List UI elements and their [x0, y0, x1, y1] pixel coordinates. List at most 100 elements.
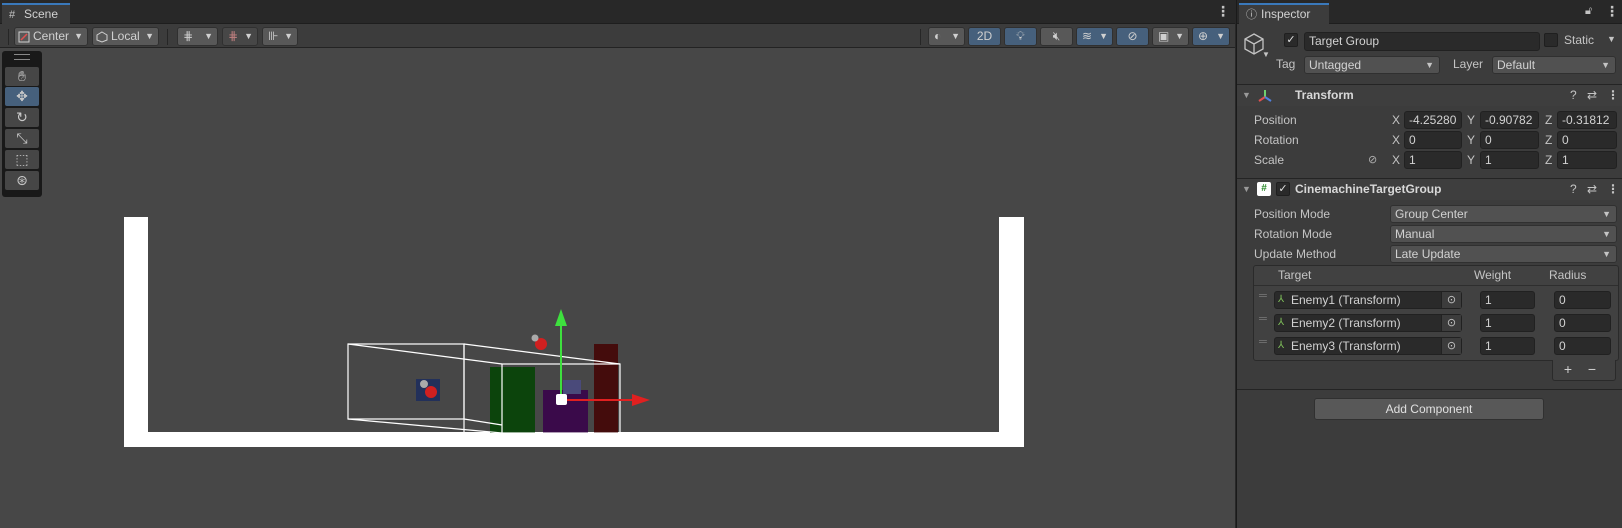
update-method-value: Late Update — [1395, 247, 1461, 261]
target-object-field[interactable]: ⅄ Enemy2 (Transform) ⊙ — [1274, 314, 1462, 332]
target-group-title: CinemachineTargetGroup — [1295, 182, 1442, 196]
preset-icon[interactable]: ⇄ — [1587, 88, 1597, 102]
ruler-dropdown[interactable]: ⊪ ▼ — [262, 27, 298, 46]
target-weight-field[interactable]: 1 — [1480, 314, 1535, 332]
scale-y-field[interactable]: 1 — [1480, 151, 1539, 169]
inspector-more-icon[interactable]: ⋮ — [1605, 4, 1619, 18]
tab-scene[interactable]: # Scene — [2, 3, 70, 24]
grid-snapping-dropdown[interactable]: ⋕ ▼ — [177, 27, 218, 46]
position-mode-dropdown[interactable]: Group Center ▼ — [1390, 205, 1617, 223]
rotation-x-label: X — [1392, 133, 1401, 147]
left-wall — [124, 217, 148, 447]
add-component-button[interactable]: Add Component — [1314, 398, 1544, 420]
component-enabled-checkbox[interactable]: ✓ — [1276, 182, 1290, 196]
constrain-proportions-link-icon[interactable]: ⊘ — [1368, 153, 1377, 166]
chevron-down-icon: ▼ — [951, 31, 960, 41]
scale-label: Scale — [1254, 153, 1285, 167]
lighting-toggle[interactable]: 💡︎ — [1004, 27, 1037, 46]
target-radius-field[interactable]: 0 — [1554, 337, 1611, 355]
pivot-icon — [18, 31, 30, 43]
increment-snap-dropdown[interactable]: ⋕ ▼ — [222, 27, 258, 46]
foldout-chevron-icon[interactable]: ▼ — [1242, 90, 1251, 100]
col-target-header: Target — [1278, 268, 1312, 282]
target-radius-field[interactable]: 0 — [1554, 291, 1611, 309]
update-method-label: Update Method — [1254, 247, 1337, 261]
scene-panel[interactable]: # Scene ⋮ Center ▼ Local ▼ ⋕ ▼ ⋕ ▼ ⊪ ▼ ◐… — [0, 0, 1235, 528]
static-label: Static — [1564, 33, 1595, 47]
target-radius-field[interactable]: 0 — [1554, 314, 1611, 332]
layer-dropdown[interactable]: Default ▼ — [1492, 56, 1616, 74]
reorder-handle-icon[interactable]: ═ — [1259, 290, 1267, 302]
lightbulb-icon: 💡︎ — [1016, 29, 1025, 43]
2d-mode-button[interactable]: 2D — [968, 27, 1001, 46]
object-active-checkbox[interactable]: ✓ — [1284, 33, 1298, 47]
grid-icon: # — [9, 9, 16, 21]
gizmos-dropdown[interactable]: ⊕ ▼ — [1192, 27, 1230, 46]
reorder-handle-icon[interactable]: ═ — [1259, 336, 1267, 348]
static-chevron-icon[interactable]: ▼ — [1607, 34, 1616, 44]
lock-icon[interactable]: 🔓︎ — [1585, 5, 1592, 18]
update-method-dropdown[interactable]: Late Update ▼ — [1390, 245, 1617, 263]
pivot-mode-dropdown[interactable]: Center ▼ — [14, 27, 88, 46]
target-object-field[interactable]: ⅄ Enemy3 (Transform) ⊙ — [1274, 337, 1462, 355]
snap-icon: ⋕ — [228, 29, 239, 43]
effects-dropdown[interactable]: ≋ ▼ — [1076, 27, 1113, 46]
scale-x-field[interactable]: 1 — [1404, 151, 1462, 169]
object-picker-icon[interactable]: ⊙ — [1441, 315, 1461, 331]
position-z-field[interactable]: -0.31812 — [1557, 111, 1617, 129]
local-space-icon — [96, 31, 108, 43]
brain-camera-icon — [531, 334, 547, 350]
grid-snap-icon: ⋕ — [183, 29, 194, 43]
add-target-button[interactable]: + — [1558, 361, 1578, 377]
hidden-objects-toggle[interactable]: ⊘ — [1116, 27, 1149, 46]
move-gizmo-x-arrow[interactable] — [632, 394, 650, 406]
help-icon[interactable]: ? — [1570, 88, 1577, 102]
camera-dropdown[interactable]: ▣ ▼ — [1152, 27, 1189, 46]
icon-picker-chevron-icon[interactable]: ▼ — [1262, 50, 1270, 59]
transform-header[interactable]: ▼ Transform ? ⇄ ⋮ — [1237, 84, 1622, 106]
rotation-mode-dropdown[interactable]: Manual ▼ — [1390, 225, 1617, 243]
target-weight-field[interactable]: 1 — [1480, 291, 1535, 309]
layer-value: Default — [1497, 58, 1536, 72]
rotation-x-field[interactable]: 0 — [1404, 131, 1462, 149]
tab-inspector[interactable]: ⓘ Inspector — [1239, 3, 1329, 24]
rotation-mode-label: Rotation Mode — [1254, 227, 1333, 241]
targets-list-divider — [1254, 285, 1618, 286]
shading-sphere-icon: ◐ — [934, 29, 942, 43]
position-x-field[interactable]: -4.25280 — [1404, 111, 1462, 129]
rotation-z-field[interactable]: 0 — [1557, 131, 1617, 149]
chevron-down-icon: ▼ — [1099, 31, 1108, 41]
tag-dropdown[interactable]: Untagged ▼ — [1304, 56, 1440, 74]
chevron-down-icon: ▼ — [1601, 60, 1610, 70]
move-gizmo-center-handle[interactable] — [556, 394, 567, 405]
rotation-y-field[interactable]: 0 — [1480, 131, 1539, 149]
target-name: Enemy3 (Transform) — [1291, 339, 1401, 353]
scale-z-field[interactable]: 1 — [1557, 151, 1617, 169]
target-weight-field[interactable]: 1 — [1480, 337, 1535, 355]
object-picker-icon[interactable]: ⊙ — [1441, 292, 1461, 308]
remove-target-button[interactable]: − — [1582, 361, 1602, 377]
object-name-field[interactable]: Target Group — [1304, 32, 1540, 51]
position-y-field[interactable]: -0.90782 — [1480, 111, 1539, 129]
preset-icon[interactable]: ⇄ — [1587, 182, 1597, 196]
scene-viewport[interactable] — [0, 48, 1235, 528]
target-object-field[interactable]: ⅄ Enemy1 (Transform) ⊙ — [1274, 291, 1462, 309]
mute-icon: 🔇︎ — [1052, 29, 1061, 43]
object-picker-icon[interactable]: ⊙ — [1441, 338, 1461, 354]
component-menu-icon[interactable]: ⋮ — [1607, 182, 1619, 196]
foldout-chevron-icon[interactable]: ▼ — [1242, 184, 1251, 194]
component-menu-icon[interactable]: ⋮ — [1607, 88, 1619, 102]
help-icon[interactable]: ? — [1570, 182, 1577, 196]
draw-mode-dropdown[interactable]: ◐ ▼ — [928, 27, 965, 46]
audio-toggle[interactable]: 🔇︎ — [1040, 27, 1073, 46]
target-group-header[interactable]: ▼ # ✓ CinemachineTargetGroup ? ⇄ ⋮ — [1237, 178, 1622, 200]
scene-tab-bar: # Scene ⋮ — [0, 0, 1235, 24]
scale-z-label: Z — [1545, 153, 1553, 167]
scene-more-icon[interactable]: ⋮ — [1216, 4, 1230, 18]
move-gizmo-y-arrow[interactable] — [555, 309, 567, 326]
reorder-handle-icon[interactable]: ═ — [1259, 313, 1267, 325]
static-checkbox[interactable] — [1544, 33, 1558, 47]
pivot-rotation-dropdown[interactable]: Local ▼ — [92, 27, 159, 46]
enemy-red-sprite — [594, 344, 618, 433]
toolbar-separator — [167, 29, 168, 45]
